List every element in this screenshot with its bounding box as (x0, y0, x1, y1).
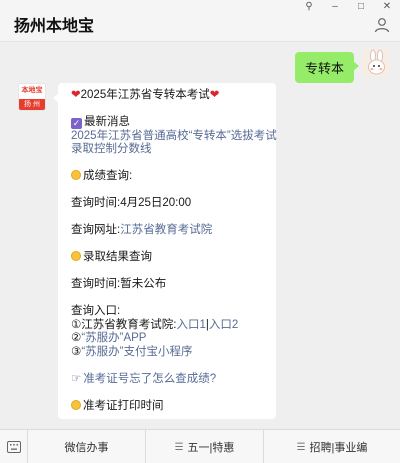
entry-label: 查询入口: (71, 305, 121, 317)
keyboard-toggle[interactable] (0, 430, 28, 463)
news-label-text: 最新消息 (84, 116, 130, 128)
query-time-value: 4月25日20:00 (120, 197, 192, 209)
menu-item-label: 微信办事 (64, 442, 109, 454)
menu-lines-icon: ☰ (174, 441, 184, 453)
user-message: 专转本 (294, 49, 390, 83)
menu-item-wechat-services[interactable]: 微信办事 (28, 430, 146, 463)
admission-time-label: 查询时间: (71, 278, 121, 290)
news-label: ✓ 最新消息 (71, 116, 267, 130)
check-icon: ✓ (71, 118, 82, 129)
window-controls: ⚲ – □ ✕ (296, 0, 400, 14)
bot-avatar[interactable]: 本地宝 扬 州 (18, 83, 46, 111)
forgot-link[interactable]: 准考证号忘了怎么查成绩? (83, 373, 216, 385)
query-site-row: 查询网址:江苏省教育考试院 (71, 224, 267, 238)
entry-row-3: ③“苏服办”支付宝小程序 (71, 346, 267, 360)
bot-avatar-city: 扬 州 (19, 99, 45, 110)
title-bar: 扬州本地宝 ⚲ – □ ✕ (0, 0, 400, 42)
entry1-prefix: ①江苏省教育考试院: (71, 318, 177, 331)
minimize-icon[interactable]: – (322, 0, 348, 14)
query-time-row: 查询时间:4月25日20:00 (71, 197, 267, 211)
pointing-hand-icon: ☞ (71, 372, 82, 385)
print-heading-text: 准考证打印时间 (83, 399, 164, 412)
maximize-icon[interactable]: □ (348, 0, 374, 14)
entry1-link-b[interactable]: 入口2 (209, 319, 238, 331)
yellow-dot-icon (71, 170, 81, 180)
message-title-text: 2025年江苏省专转本考试 (80, 89, 210, 101)
query-site-link[interactable]: 江苏省教育考试院 (120, 224, 212, 236)
entry1-link-a[interactable]: 入口1 (177, 319, 206, 331)
rabbit-avatar-icon (362, 49, 390, 77)
yellow-dot-icon (71, 399, 81, 410)
message-title: ❤2025年江苏省专转本考试❤ (71, 89, 267, 103)
admission-time-row: 查询时间:暂未公布 (71, 278, 267, 292)
admission-time-value: 暂未公布 (120, 278, 167, 290)
chat-area[interactable]: 专转本 本地宝 扬 州 ❤2025年江苏省专转本考试❤ ✓ 最新消息 2025年… (0, 43, 400, 429)
yellow-dot-icon (71, 251, 81, 261)
entry3-link[interactable]: “苏服办”支付宝小程序 (81, 346, 192, 358)
menu-item-may-day-deals[interactable]: ☰ 五一|特惠 (146, 430, 264, 463)
news-link[interactable]: 2025年江苏省普通高校“专转本”选拔考试 (71, 130, 277, 144)
query-time-label: 查询时间: (71, 197, 121, 209)
query-site-label: 查询网址: (71, 224, 121, 236)
menu-item-label: 五一|特惠 (187, 442, 235, 454)
entry-row-1: ①江苏省教育考试院:入口1|入口2 (71, 319, 267, 333)
bot-bubble: ❤2025年江苏省专转本考试❤ ✓ 最新消息 2025年江苏省普通高校“专转本”选… (53, 83, 277, 419)
entry2-link[interactable]: “苏服办”APP (81, 332, 146, 344)
close-icon[interactable]: ✕ (374, 0, 400, 14)
bot-avatar-logo: 本地宝 (19, 84, 45, 99)
pin-icon[interactable]: ⚲ (296, 0, 322, 14)
user-avatar[interactable] (362, 49, 390, 77)
menu-item-jobs[interactable]: ☰ 招聘|事业编 (264, 430, 400, 463)
heart-icon: ❤ (209, 89, 220, 101)
user-bubble[interactable]: 专转本 (294, 52, 360, 83)
entry-row-2: ②“苏服办”APP (71, 332, 267, 346)
heart-icon: ❤ (71, 89, 81, 101)
score-query-heading: 成绩查询: (71, 170, 267, 184)
print-heading: 准考证打印时间 (71, 399, 267, 414)
score-query-heading-text: 成绩查询: (83, 170, 133, 182)
entry2-prefix: ② (71, 332, 82, 344)
news-link-cont[interactable]: 录取控制分数线 (71, 143, 267, 157)
bottom-menu: 微信办事 ☰ 五一|特惠 ☰ 招聘|事业编 (0, 429, 400, 463)
profile-icon[interactable] (374, 17, 390, 33)
menu-lines-icon: ☰ (296, 441, 306, 453)
bot-message: 本地宝 扬 州 ❤2025年江苏省专转本考试❤ ✓ 最新消息 2025年江苏省普通… (18, 83, 277, 419)
chat-title: 扬州本地宝 (14, 18, 95, 35)
forgot-row: ☞ 准考证号忘了怎么查成绩? (71, 373, 267, 387)
keyboard-icon (6, 441, 21, 453)
admission-heading-text: 录取结果查询 (83, 251, 152, 263)
admission-heading: 录取结果查询 (71, 251, 267, 265)
menu-item-label: 招聘|事业编 (309, 442, 368, 454)
entry3-prefix: ③ (71, 345, 82, 358)
